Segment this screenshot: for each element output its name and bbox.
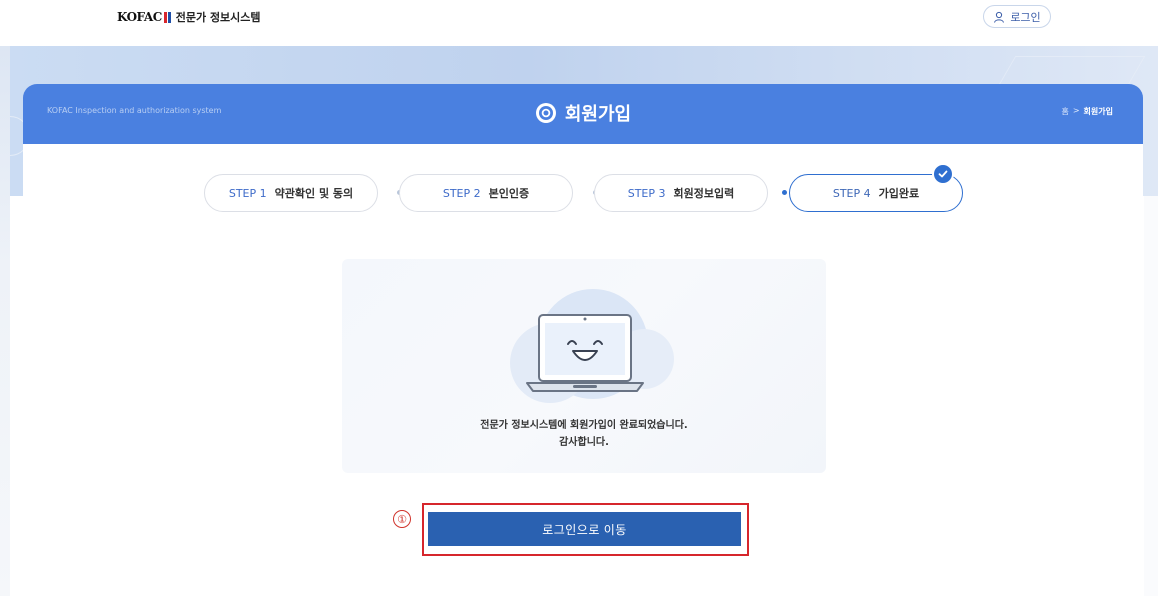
top-bar: KOFAC 전문가 정보시스템 로그인 xyxy=(0,0,1158,44)
page-header-band: KOFAC Inspection and authorization syste… xyxy=(23,84,1143,144)
step-name: 본인인증 xyxy=(488,187,530,200)
logo-title: 전문가 정보시스템 xyxy=(175,11,261,24)
step-number: STEP 2 xyxy=(442,186,481,200)
breadcrumb-separator: > xyxy=(1072,106,1080,115)
breadcrumb-current: 회원가입 xyxy=(1083,107,1113,116)
go-to-login-button[interactable]: 로그인으로 이동 xyxy=(428,512,741,546)
breadcrumb-home[interactable]: 홈 xyxy=(1061,106,1068,117)
page-title: 회원가입 xyxy=(564,104,632,125)
step-number: STEP 1 xyxy=(228,186,267,200)
step-name: 가입완료 xyxy=(878,187,920,200)
step-name: 약관확인 및 동의 xyxy=(274,187,354,200)
login-button-label: 로그인 xyxy=(1010,10,1041,24)
checkmark-icon xyxy=(932,163,954,185)
completion-panel: 전문가 정보시스템에 회원가입이 완료되었습니다. 감사합니다. xyxy=(342,259,826,473)
right-edge-strip xyxy=(1144,196,1158,596)
step-2: STEP 2 본인인증 xyxy=(399,174,573,212)
breadcrumb: 홈 > 회원가입 xyxy=(1061,106,1113,117)
step-name: 회원정보입력 xyxy=(673,187,735,200)
login-button[interactable]: 로그인 xyxy=(983,5,1051,28)
annotation-marker: ① xyxy=(393,510,411,528)
step-1: STEP 1 약관확인 및 동의 xyxy=(204,174,378,212)
step-connector-dot-active xyxy=(782,190,787,195)
step-number: STEP 4 xyxy=(832,186,871,200)
thank-you-message: 감사합니다. xyxy=(559,437,609,448)
smiling-laptop-icon xyxy=(526,314,644,392)
left-background-strip xyxy=(0,46,10,596)
page-title-group: 회원가입 xyxy=(23,100,1143,126)
completion-message: 전문가 정보시스템에 회원가입이 완료되었습니다. xyxy=(480,420,688,431)
logo-mark-icon xyxy=(163,11,172,23)
site-logo[interactable]: KOFAC 전문가 정보시스템 xyxy=(117,9,261,25)
signup-steps: STEP 1 약관확인 및 동의 STEP 2 본인인증 STEP 3 회원정보… xyxy=(204,163,964,212)
target-icon xyxy=(535,103,556,123)
user-icon xyxy=(994,11,1005,23)
step-3: STEP 3 회원정보입력 xyxy=(594,174,768,212)
step-number: STEP 3 xyxy=(627,186,666,200)
logo-brand: KOFAC xyxy=(117,10,162,24)
